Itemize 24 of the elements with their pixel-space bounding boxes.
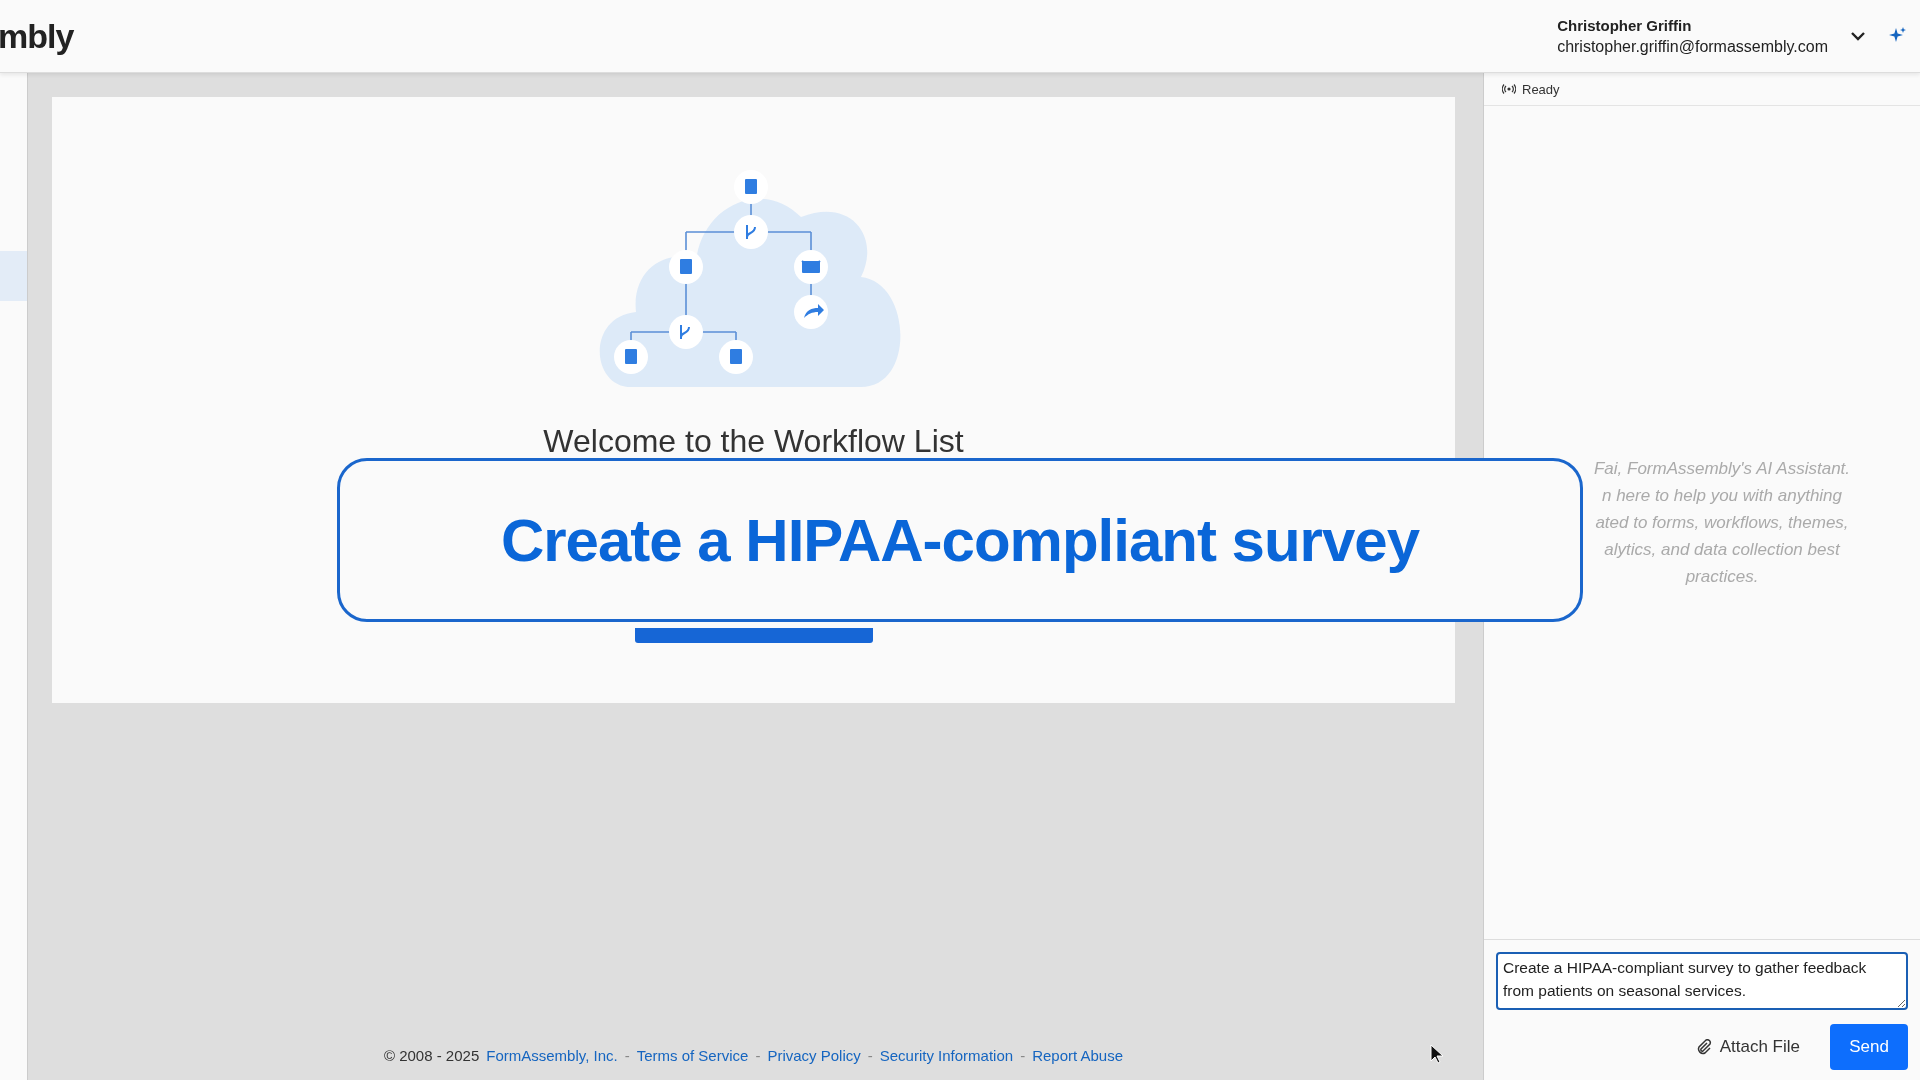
separator-text: -	[1020, 1046, 1026, 1064]
user-email: christopher.griffin@formassembly.com	[1557, 37, 1828, 56]
separator-text: -	[867, 1046, 873, 1064]
caption-text: Create a HIPAA-compliant survey	[500, 505, 1420, 575]
intro-text: alytics, and data collection best	[1604, 539, 1840, 560]
page-heading: Welcome to the Workflow List	[543, 423, 964, 460]
separator-text: -	[755, 1046, 761, 1064]
status-text: Ready	[1522, 81, 1560, 97]
send-button[interactable]: Send	[1830, 1024, 1908, 1070]
user-name: Christopher Griffin	[1557, 16, 1693, 34]
separator-text: -	[624, 1046, 630, 1064]
intro-text: Fai, FormAssembly's AI Assistant.	[1593, 458, 1851, 479]
footer-link[interactable]: Report Abuse	[1032, 1046, 1124, 1064]
attach-file-button[interactable]: Attach File	[1695, 1037, 1800, 1057]
footer-link[interactable]: Terms of Service	[636, 1046, 749, 1064]
intro-text: practices.	[1685, 566, 1759, 587]
intro-text: n here to help you with anything	[1601, 485, 1843, 506]
footer-link[interactable]: Privacy Policy	[767, 1046, 861, 1064]
copyright-text: © 2008 - 2025	[383, 1046, 480, 1064]
message-input[interactable]: Create a HIPAA-compliant survey to gather feedback from patients on seasonal services.	[1496, 952, 1908, 1010]
intro-text: ated to forms, workflows, themes,	[1595, 512, 1849, 533]
footer-link[interactable]: Security Information	[879, 1046, 1014, 1064]
footer-link[interactable]: FormAssembly, Inc.	[486, 1046, 618, 1064]
logo: mbly	[0, 16, 74, 56]
